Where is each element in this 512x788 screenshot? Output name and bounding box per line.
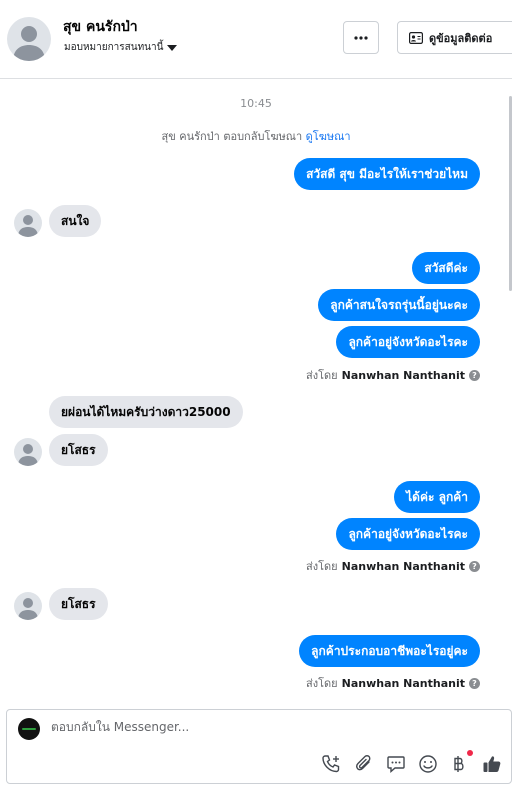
notification-dot [467,750,473,756]
attach-button[interactable] [353,753,375,775]
paperclip-icon [356,755,371,771]
contact-card-icon [409,31,423,44]
contact-avatar[interactable] [7,17,51,61]
view-contact-label: ดูข้อมูลติดต่อ [429,31,493,45]
incoming-message: ยโสธร [49,434,108,466]
ad-reply-notice: สุข คนรักป่า ตอบกลับโฆษณา ดูโฆษณา [0,127,512,145]
sent-by-label: ส่งโดย Nanwhan Nanthanit ? [306,366,480,384]
incoming-message: สนใจ [49,205,102,237]
incoming-message: ยโสธร [49,588,108,620]
ad-reply-text: สุข คนรักป่า ตอบกลับโฆษณา [161,130,303,143]
assign-conversation-dropdown[interactable]: มอบหมายการสนทนานี้ [64,40,178,55]
assign-label: มอบหมายการสนทนานี้ [64,42,164,53]
sent-by-label: ส่งโดย Nanwhan Nanthanit ? [306,557,480,575]
conversation-header: สุข คนรักป่า มอบหมายการสนทนานี้ ดูข้อมูล… [0,0,512,79]
call-button[interactable] [320,753,342,775]
help-icon[interactable]: ? [469,560,480,572]
view-contact-button[interactable]: ดูข้อมูลติดต่อ [397,21,512,54]
sent-by-prefix: ส่งโดย [306,560,338,573]
speech-bubble-icon [387,756,405,774]
contact-avatar-small [14,592,42,620]
more-options-button[interactable] [343,21,379,54]
outgoing-message: ลูกค้าสนใจรถรุ่นนี้อยู่นะคะ [318,289,480,321]
outgoing-message: ลูกค้าประกอบอาชีพอะไรอยู่คะ [299,635,480,667]
outgoing-message: ลูกค้าอยู่จังหวัดอะไรคะ [336,326,480,358]
contact-avatar-small [14,209,42,237]
smiley-icon [419,755,437,773]
reply-input[interactable] [51,720,351,734]
sender-name: Nanwhan Nanthanit [341,559,465,573]
sender-name: Nanwhan Nanthanit [341,676,465,690]
baht-icon [454,756,464,772]
payment-button[interactable] [448,753,470,775]
help-icon[interactable]: ? [469,677,480,689]
sent-by-prefix: ส่งโดย [306,677,338,690]
phone-plus-icon [322,755,340,773]
help-icon[interactable]: ? [469,369,480,381]
page-logo [18,718,40,740]
reply-composer [6,709,512,784]
thumbs-up-icon [483,756,501,772]
outgoing-message: ได้ค่ะ ลูกค้า [394,481,480,513]
incoming-message: ยผ่อนได้ไหมครับว่างดาว25000 [49,396,243,428]
sent-by-prefix: ส่งโดย [306,369,338,382]
saved-replies-button[interactable] [385,753,407,775]
outgoing-message: สวัสดี สุข มีอะไรให้เราช่วยไหม [294,158,480,190]
contact-avatar-small [14,438,42,466]
sent-by-label: ส่งโดย Nanwhan Nanthanit ? [306,674,480,692]
view-ad-link[interactable]: ดูโฆษณา [306,130,351,143]
message-timestamp: 10:45 [240,97,272,110]
like-button[interactable] [481,753,503,775]
sender-name: Nanwhan Nanthanit [341,368,465,382]
outgoing-message: สวัสดีค่ะ [412,252,480,284]
emoji-button[interactable] [417,753,439,775]
outgoing-message: ลูกค้าอยู่จังหวัดอะไรคะ [336,518,480,550]
more-icon [354,35,368,40]
contact-name: สุข คนรักป่า [63,19,138,35]
caret-down-icon [167,44,178,51]
